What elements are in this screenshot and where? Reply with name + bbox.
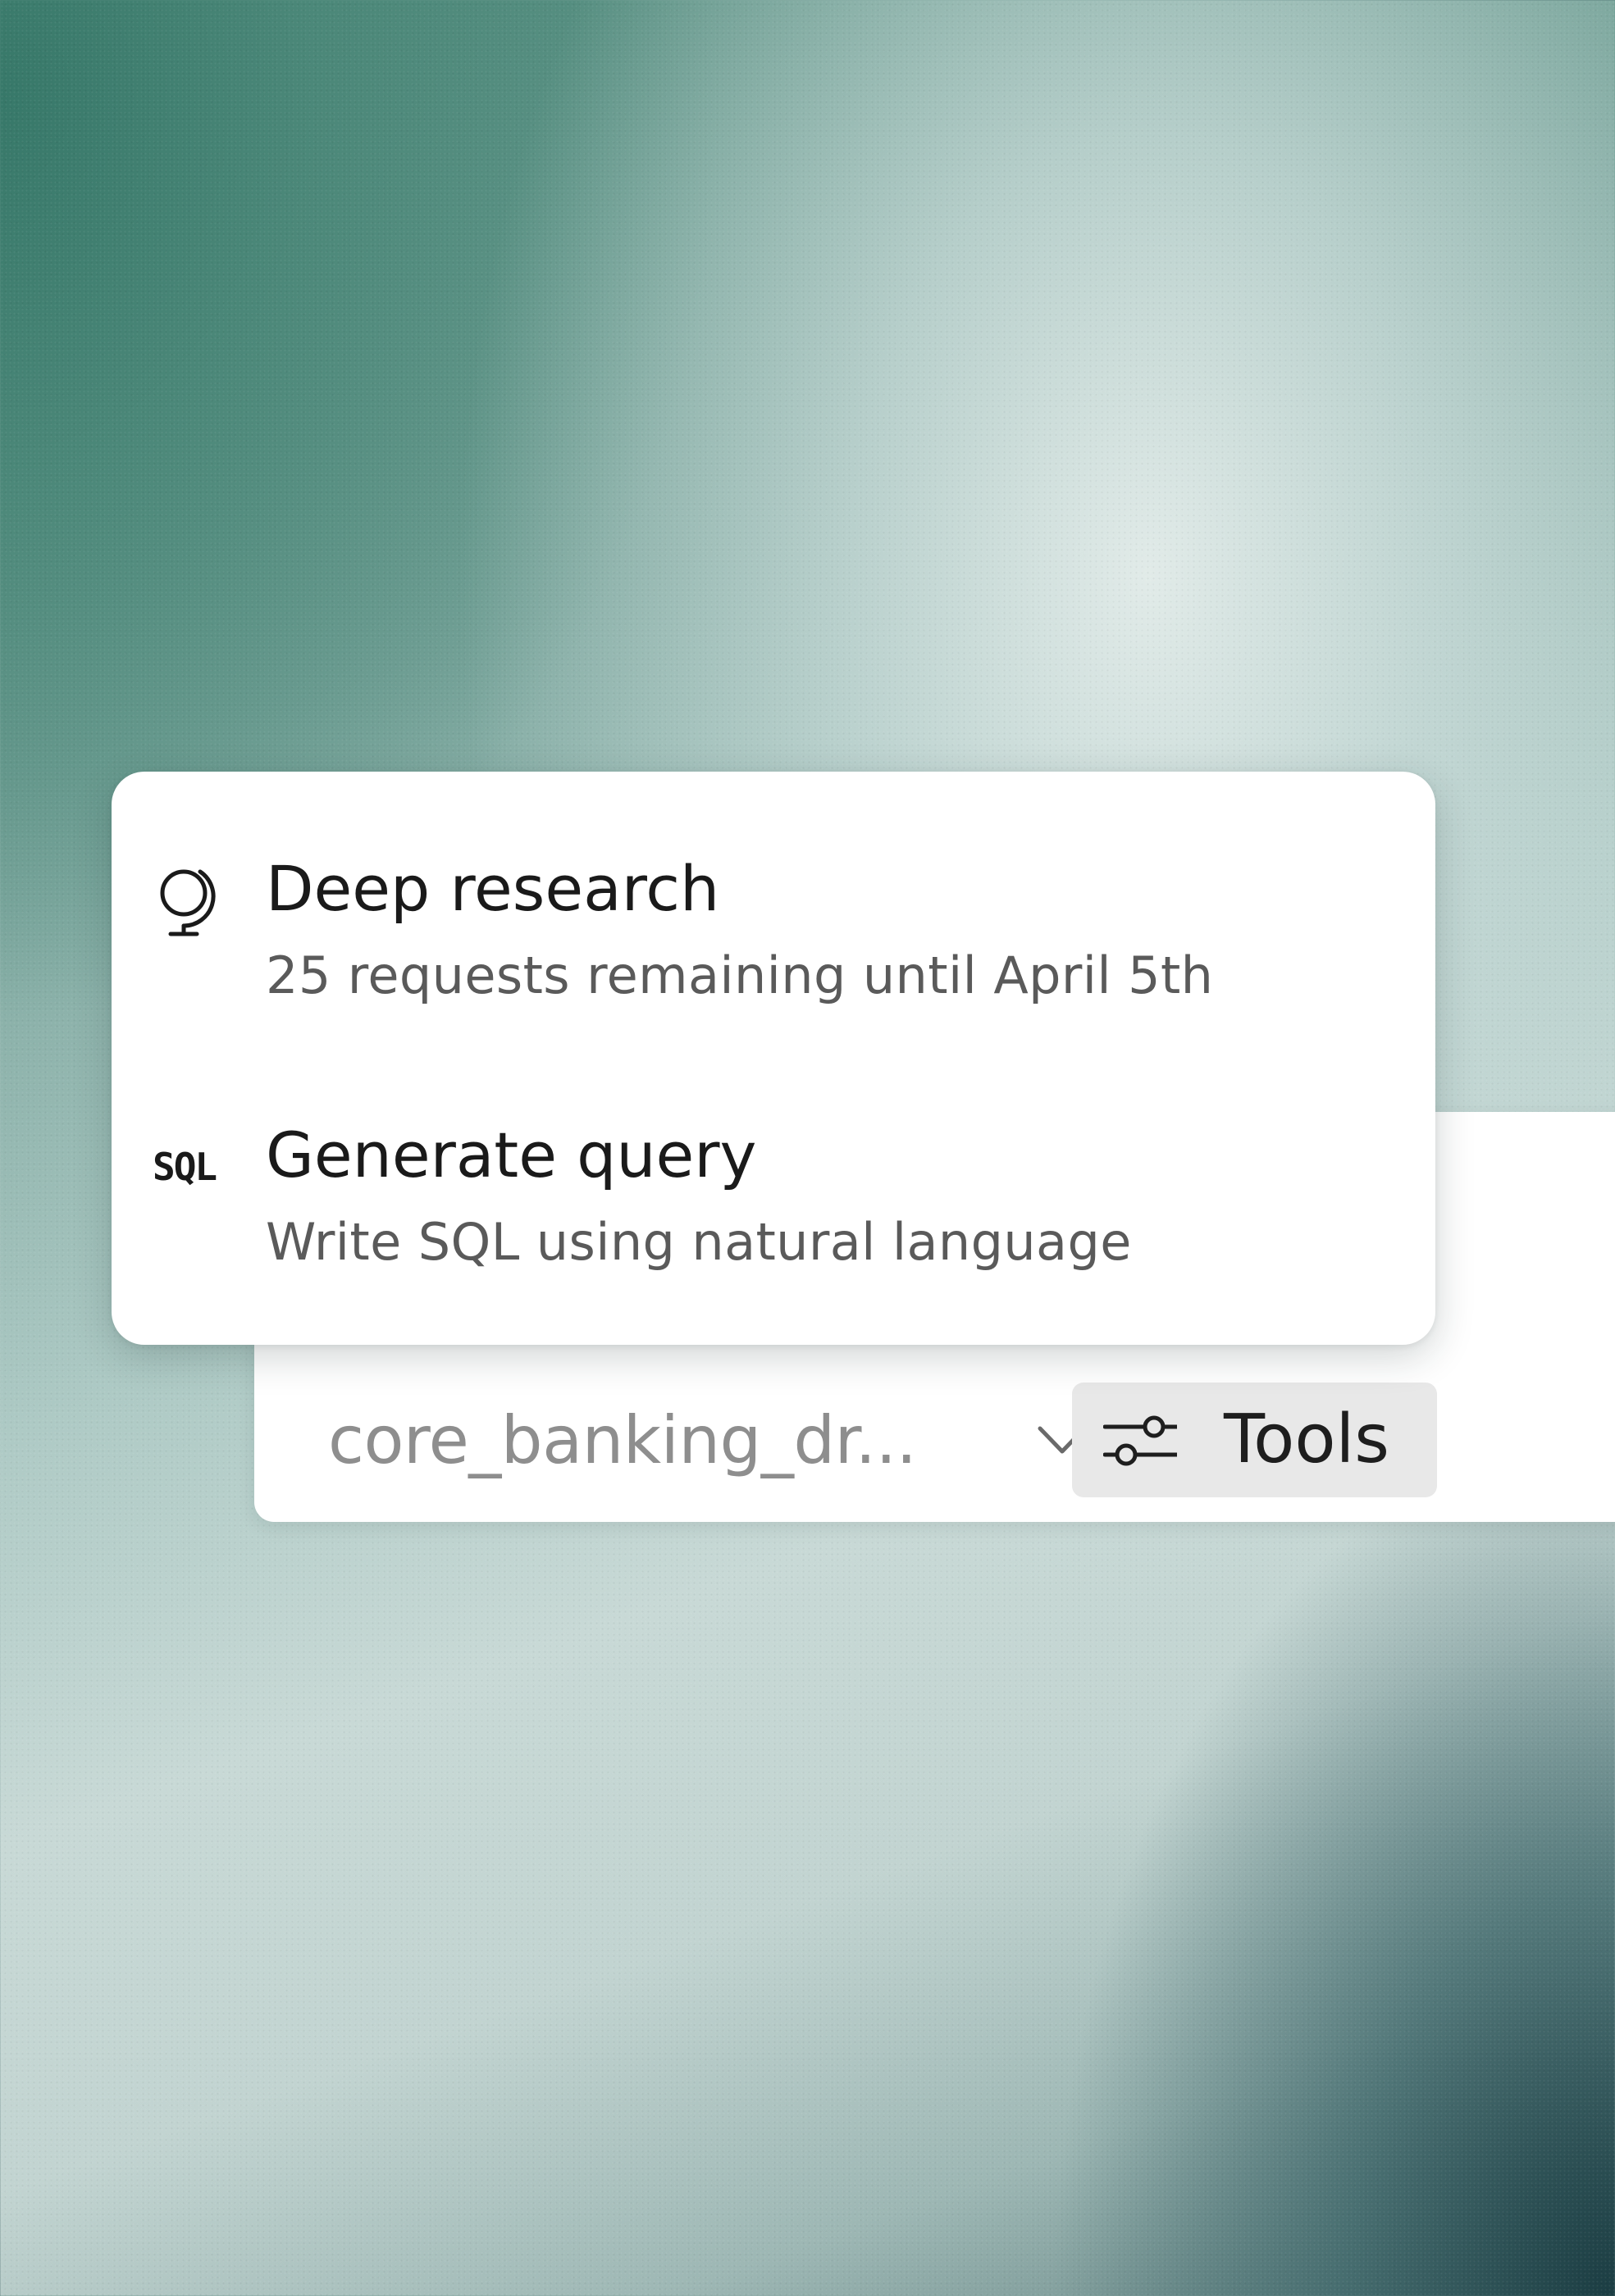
menu-item-title: Generate query [266, 1118, 757, 1191]
sliders-icon [1103, 1415, 1177, 1466]
menu-item-generate-query[interactable]: SQL Generate query Write SQL using natur… [112, 1071, 1435, 1317]
database-select[interactable]: core_banking_dr... [328, 1383, 1173, 1497]
tools-menu: Deep research 25 requests remaining unti… [112, 772, 1435, 1345]
composer-toolbar: core_banking_dr... Tools [254, 1383, 1615, 1497]
menu-item-description: Write SQL using natural language [266, 1212, 1132, 1272]
tools-button-label: Tools [1224, 1401, 1389, 1478]
menu-item-description: 25 requests remaining until April 5th [266, 945, 1214, 1005]
menu-item-title: Deep research [266, 852, 720, 925]
database-select-value: core_banking_dr... [328, 1401, 917, 1478]
globe-icon [160, 869, 216, 936]
sql-icon: SQL [153, 1145, 217, 1189]
tools-button[interactable]: Tools [1072, 1383, 1437, 1497]
menu-item-deep-research[interactable]: Deep research 25 requests remaining unti… [112, 804, 1435, 1050]
